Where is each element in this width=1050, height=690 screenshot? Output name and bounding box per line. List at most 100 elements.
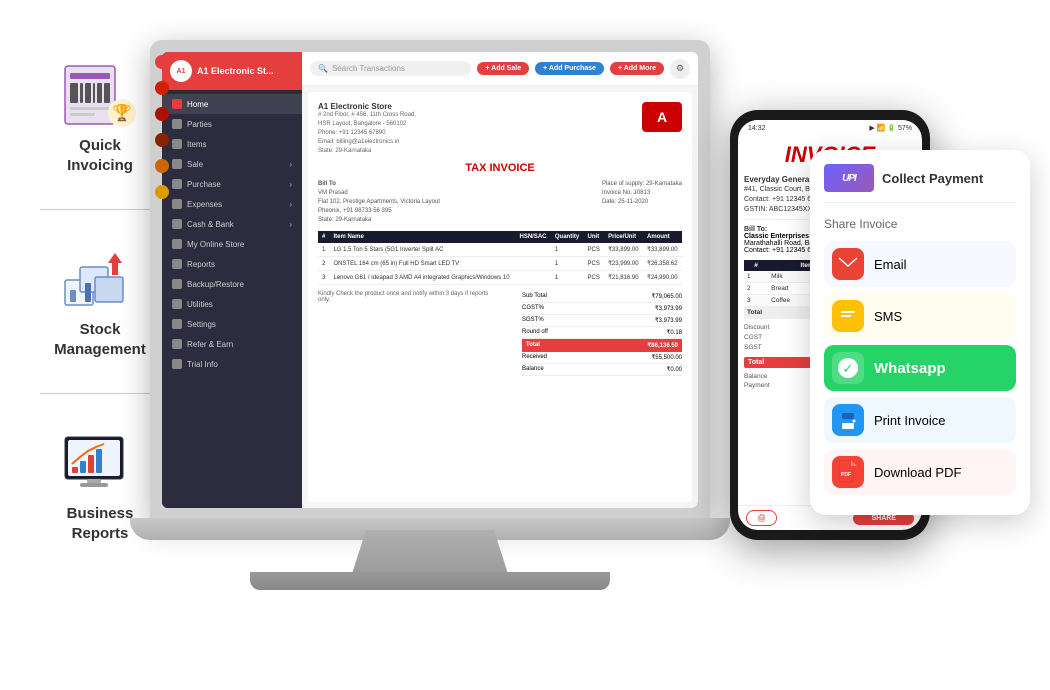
total-final-row: Total ₹86,136.50 (522, 339, 682, 352)
quick-invoicing-icon: 🏆 (60, 60, 140, 130)
quick-invoicing-label: QuickInvoicing (67, 136, 133, 175)
laptop-body: A1 A1 Electronic St... Home Parties Item… (150, 40, 710, 520)
whatsapp-label: Whatsapp (874, 360, 946, 377)
app-topbar: 🔍 Search Transactions + Add Sale + Add P… (302, 52, 698, 86)
sidebar-menu: Home Parties Items Sale › (162, 90, 302, 378)
laptop-screen: A1 A1 Electronic St... Home Parties Item… (162, 52, 698, 508)
sidebar-item-sale[interactable]: Sale › (162, 154, 302, 174)
sidebar-header: A1 A1 Electronic St... (162, 52, 302, 90)
color-dot-2[interactable] (155, 81, 169, 95)
col-no: # (318, 231, 329, 243)
invoice-bill-section: Bill To VM Prasad Flat 102, Prestige Apa… (318, 180, 682, 225)
utilities-icon (172, 299, 182, 309)
color-dot-6[interactable] (155, 185, 169, 199)
whatsapp-icon: ✓ (832, 352, 864, 384)
col-unit: Unit (584, 231, 605, 243)
sidebar-item-expenses[interactable]: Expenses › (162, 194, 302, 214)
store-avatar: A1 (170, 60, 192, 82)
phone-status-bar: 14:32 ▶ 📶 🔋 57% (738, 120, 922, 136)
share-upi-section: UPI Collect Payment (824, 164, 1016, 203)
invoice-table: # Item Name HSN/SAC Quantity Unit Price/… (318, 231, 682, 285)
invoice-area: A1 Electronic Store # 2nd Floor, # 456, … (308, 92, 692, 502)
svg-text:✓: ✓ (843, 361, 854, 376)
laptop-feet (250, 572, 610, 590)
app-main: 🔍 Search Transactions + Add Sale + Add P… (302, 52, 698, 508)
search-box[interactable]: 🔍 Search Transactions (310, 61, 471, 76)
business-reports-label: BusinessReports (67, 504, 134, 543)
svg-text:🏆: 🏆 (112, 103, 132, 122)
company-logo: A (642, 102, 682, 132)
pdf-icon: PDF (832, 456, 864, 488)
feature-stock-management: StockManagement (54, 244, 146, 359)
color-dot-1[interactable] (155, 55, 169, 69)
add-purchase-button[interactable]: + Add Purchase (535, 62, 604, 75)
sidebar-item-parties[interactable]: Parties (162, 114, 302, 134)
table-row: 3 Lenovo G61 / Ideapad 3 AMD A4 integrat… (318, 271, 682, 285)
add-more-button[interactable]: + Add More (610, 62, 664, 75)
invoice-meta: Place of supply: 29-Karnataka Invoice No… (602, 180, 682, 225)
share-sms-option[interactable]: SMS (824, 293, 1016, 339)
purchase-icon (172, 179, 182, 189)
sms-icon (832, 300, 864, 332)
upi-logo: UPI (824, 164, 874, 192)
company-name: A1 Electronic Store (318, 102, 416, 111)
table-row: 1 LG 1.5 Ton 5 Stars (5G1 Inverter Split… (318, 243, 682, 257)
phone-battery: ▶ 📶 🔋 57% (869, 124, 912, 132)
color-dot-3[interactable] (155, 107, 169, 121)
email-icon (832, 248, 864, 280)
tax-invoice-title: TAX INVOICE (318, 162, 682, 174)
col-price: Price/Unit (604, 231, 643, 243)
reports-icon (172, 259, 182, 269)
sidebar-item-backup[interactable]: Backup/Restore (162, 274, 302, 294)
share-invoice-label: Share Invoice (824, 217, 1016, 231)
print-invoice-label: Print Invoice (874, 413, 946, 428)
settings-gear-button[interactable]: ⚙ (670, 59, 690, 79)
expenses-icon (172, 199, 182, 209)
share-pdf-option[interactable]: PDF Download PDF (824, 449, 1016, 495)
sidebar-item-online-store[interactable]: My Online Store (162, 234, 302, 254)
sidebar-item-settings[interactable]: Settings (162, 314, 302, 334)
sidebar-item-items[interactable]: Items (162, 134, 302, 154)
company-address: # 2nd Floor, # 456, 11th Cross Road, HSR… (318, 111, 416, 156)
received-row: Received ₹55,500.00 (522, 352, 682, 364)
cash-bank-icon (172, 219, 182, 229)
col-amount: Amount (643, 231, 682, 243)
share-email-option[interactable]: Email (824, 241, 1016, 287)
divider-2 (40, 393, 160, 394)
sidebar-item-utilities[interactable]: Utilities (162, 294, 302, 314)
backup-icon (172, 279, 182, 289)
terms-text: Kindly Check the product once and notify… (318, 291, 498, 303)
sidebar-item-refer[interactable]: Refer & Earn (162, 334, 302, 354)
feature-quick-invoicing: 🏆 QuickInvoicing (60, 60, 140, 175)
sidebar-item-cash-bank[interactable]: Cash & Bank › (162, 214, 302, 234)
sidebar-item-purchase[interactable]: Purchase › (162, 174, 302, 194)
items-icon (172, 139, 182, 149)
email-label: Email (874, 257, 907, 272)
table-row: 2 ONSTEL 164 cm (65 in) Full HD Smart LE… (318, 257, 682, 271)
laptop: A1 A1 Electronic St... Home Parties Item… (150, 40, 730, 620)
stock-management-icon (60, 244, 140, 314)
sidebar-item-trial[interactable]: Trial Info (162, 354, 302, 374)
feature-business-reports: BusinessReports (60, 428, 140, 543)
invoice-header: A1 Electronic Store # 2nd Floor, # 456, … (318, 102, 682, 156)
online-store-icon (172, 239, 182, 249)
collect-payment-text: Collect Payment (882, 171, 983, 186)
invoice-footer: Kindly Check the product once and notify… (318, 291, 682, 376)
share-whatsapp-option[interactable]: ✓ Whatsapp (824, 345, 1016, 391)
stock-management-label: StockManagement (54, 320, 146, 359)
store-name: A1 Electronic St... (197, 66, 274, 76)
svg-text:PDF: PDF (841, 472, 851, 478)
share-print-option[interactable]: Print Invoice (824, 397, 1016, 443)
sidebar-item-home[interactable]: Home (162, 94, 302, 114)
add-sale-button[interactable]: + Add Sale (477, 62, 529, 75)
sidebar-item-reports[interactable]: Reports (162, 254, 302, 274)
subtotal-row: Sub Total ₹79,065.00 (522, 291, 682, 303)
color-dot-4[interactable] (155, 133, 169, 147)
invoice-totals: Sub Total ₹79,065.00 CGST% ₹3,973.99 SGS… (522, 291, 682, 376)
invoice-company-info: A1 Electronic Store # 2nd Floor, # 456, … (318, 102, 416, 156)
roundoff-row: Round off ₹0.18 (522, 327, 682, 339)
color-dot-5[interactable] (155, 159, 169, 173)
phone-print-button[interactable]: 🖨 (746, 510, 777, 526)
settings-icon (172, 319, 182, 329)
color-palette (155, 55, 169, 199)
